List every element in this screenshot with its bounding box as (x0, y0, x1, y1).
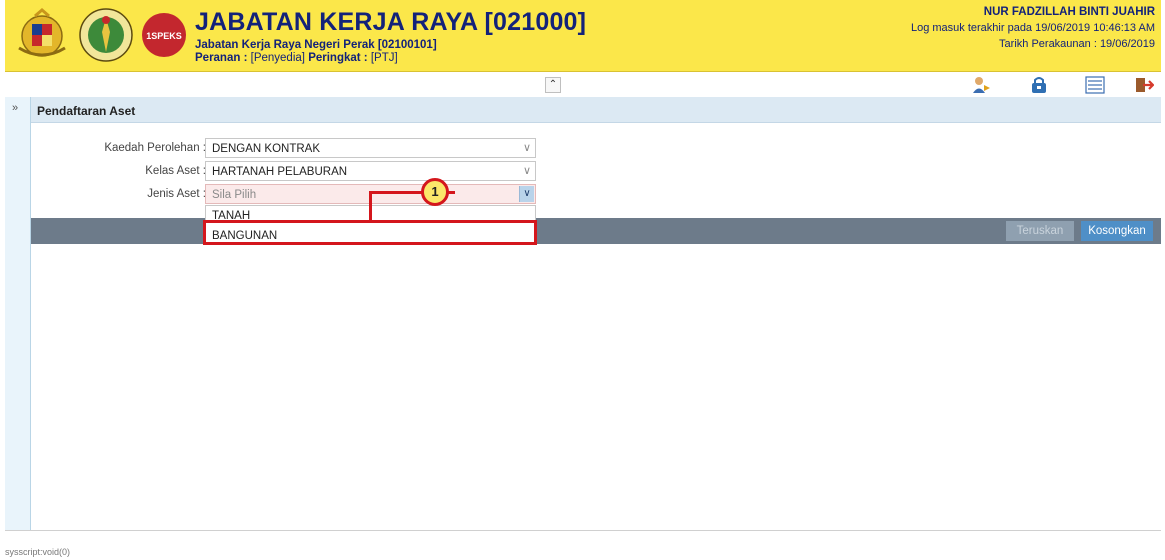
level-label: Peringkat : (308, 52, 368, 64)
user-name: NUR FADZILLAH BINTI JUAHIR (983, 6, 1155, 18)
accounting-date: Tarikh Perakaunan : 19/06/2019 (999, 38, 1155, 50)
expand-sidebar-icon[interactable]: » (12, 102, 18, 114)
kelas-aset-label: Kelas Aset : (145, 165, 206, 177)
lock-icon[interactable] (1029, 76, 1049, 94)
step-callout: 1 (421, 178, 449, 206)
footer-divider (5, 530, 1161, 531)
list-view-icon[interactable] (1085, 76, 1105, 94)
government-crest-logo (79, 8, 133, 62)
chevron-down-icon: ∨ (522, 165, 531, 177)
teruskan-button[interactable]: Teruskan (1006, 221, 1074, 241)
jenis-aset-label: Jenis Aset : (147, 188, 206, 200)
role-label: Peranan : (195, 52, 248, 64)
form-area: Kaedah Perolehan : DENGAN KONTRAK ∨ Kela… (31, 123, 1161, 530)
level-value: [PTJ] (370, 52, 398, 64)
chevron-down-icon: ∨ (522, 142, 531, 154)
user-switch-icon[interactable] (971, 76, 991, 94)
logout-icon[interactable] (1134, 76, 1154, 94)
action-bar: Teruskan Kosongkan (31, 218, 1161, 244)
kelas-aset-value: HARTANAH PELABURAN (212, 166, 348, 178)
panel-header: Pendaftaran Aset (31, 97, 1161, 123)
app-frame: 1SPEKS JABATAN KERJA RAYA [021000] Jabat… (0, 0, 1165, 560)
role-value: [Penyedia] (250, 52, 305, 64)
app-title: JABATAN KERJA RAYA [021000] (195, 8, 587, 36)
kaedah-perolehan-select[interactable]: DENGAN KONTRAK ∨ (205, 138, 536, 158)
page-title: Pendaftaran Aset (37, 104, 136, 118)
header-banner: 1SPEKS JABATAN KERJA RAYA [021000] Jabat… (5, 0, 1161, 72)
jenis-aset-placeholder: Sila Pilih (212, 189, 257, 201)
role-line: Peranan : [Penyedia] Peringkat : [PTJ] (195, 52, 398, 64)
department-name: Jabatan Kerja Raya Negeri Perak [0210010… (195, 39, 437, 51)
1speks-logo: 1SPEKS (142, 13, 186, 57)
kaedah-perolehan-label: Kaedah Perolehan : (104, 142, 206, 154)
1speks-logo-text: 1SPEKS (146, 31, 182, 41)
highlight-box (203, 220, 537, 245)
double-chevron-up-icon[interactable]: ⌃ (545, 77, 561, 93)
kelas-aset-select[interactable]: HARTANAH PELABURAN ∨ (205, 161, 536, 181)
kosongkan-button[interactable]: Kosongkan (1081, 221, 1153, 241)
last-login-info: Log masuk terakhir pada 19/06/2019 10:46… (910, 22, 1155, 34)
kaedah-perolehan-value: DENGAN KONTRAK (212, 143, 320, 155)
callout-connector-vertical (369, 191, 372, 222)
malaysia-coat-of-arms-logo (18, 8, 66, 57)
status-bar-text: sysscript:void(0) (5, 547, 71, 557)
toolbar: ⌃ (5, 73, 1161, 97)
chevron-down-icon[interactable]: ∨ (519, 186, 534, 202)
left-rail: » (5, 97, 31, 530)
